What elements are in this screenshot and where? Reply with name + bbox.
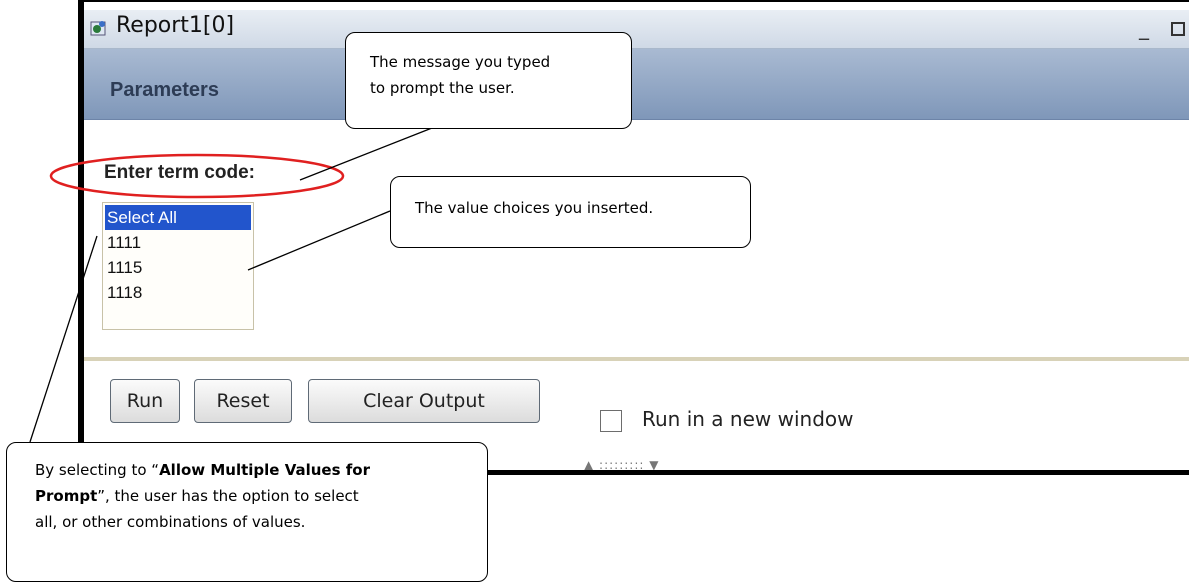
minimize-button[interactable]: _ [1139,18,1149,38]
term-code-listbox[interactable]: Select All 1111 1115 1118 [102,202,254,330]
title-bar: Report1[0] _ [84,10,1189,49]
new-window-checkbox[interactable] [600,410,622,432]
callout-values: The value choices you inserted. [390,176,751,248]
listbox-option-select-all[interactable]: Select All [105,205,251,230]
callout-multiple-text2: ”, the user has the option to select [97,487,359,505]
callout-message-line2: to prompt the user. [370,79,515,97]
callout-message: The message you typed to prompt the user… [345,32,632,129]
callout-multiple-bold2: Prompt [35,487,98,505]
callout-multiple-text1: By selecting to “ [35,461,160,479]
listbox-option-1118[interactable]: 1118 [105,280,251,305]
parameters-header-label: Parameters [110,79,219,101]
callout-values-text: The value choices you inserted. [415,199,654,217]
run-button[interactable]: Run [110,379,180,423]
splitter-grip[interactable]: ▲ ::::::::: ▼ [584,458,659,470]
listbox-option-1111[interactable]: 1111 [105,230,251,255]
panel-divider [84,357,1189,361]
callout-multiple-bold1: Allow Multiple Values for [159,461,370,479]
prompt-label: Enter term code: [104,162,255,183]
callout-multiple-text3: all, or other combinations of values. [35,513,306,531]
reset-button[interactable]: Reset [194,379,292,423]
clear-output-button[interactable]: Clear Output [308,379,540,423]
parameters-header: Parameters [84,49,1189,120]
listbox-option-1115[interactable]: 1115 [105,255,251,280]
callout-message-line1: The message you typed [370,53,551,71]
app-icon [90,21,106,36]
callout-multiple-values: By selecting to “Allow Multiple Values f… [6,442,488,582]
new-window-checkbox-label: Run in a new window [642,407,854,431]
window-title: Report1[0] [116,13,235,38]
maximize-button[interactable] [1171,22,1185,36]
